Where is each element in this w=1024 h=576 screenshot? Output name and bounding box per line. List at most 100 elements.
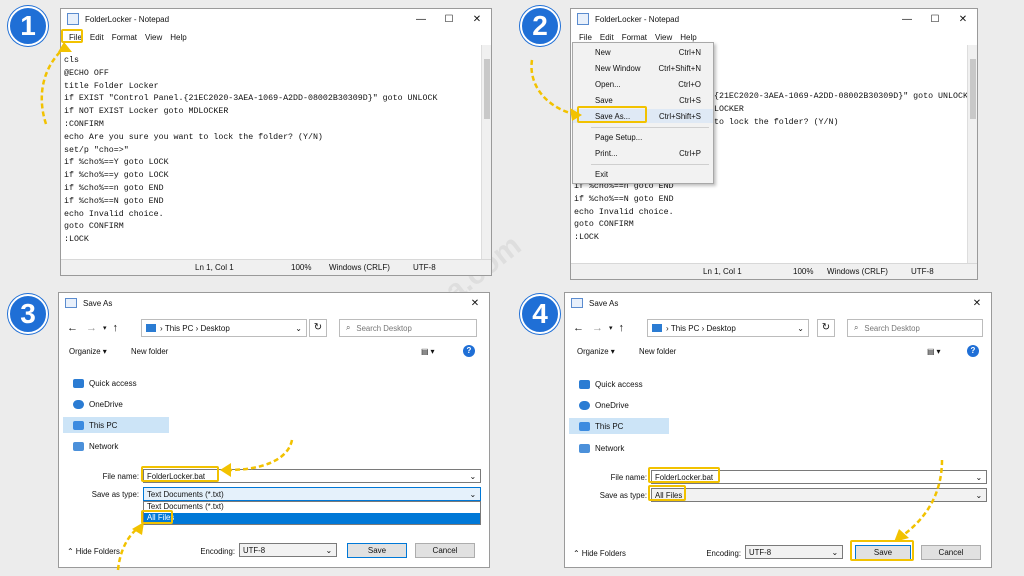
refresh-icon[interactable]: ↻ — [817, 319, 835, 337]
cancel-button[interactable]: Cancel — [921, 545, 981, 560]
search-input[interactable]: ⌕ Search Desktop — [847, 319, 983, 337]
menu-view[interactable]: View — [651, 33, 676, 42]
zoom-level: 100% — [291, 263, 312, 272]
menu-item-new[interactable]: New Ctrl+N — [573, 45, 713, 59]
menu-help[interactable]: Help — [676, 33, 700, 42]
back-icon[interactable]: ← — [573, 322, 584, 334]
nav-quick-access[interactable]: Quick access — [73, 375, 137, 391]
chevron-down-icon[interactable]: ⌄ — [975, 473, 982, 482]
menu-item-print[interactable]: Print... Ctrl+P — [573, 146, 713, 160]
network-icon — [579, 443, 590, 453]
menu-item-page-setup[interactable]: Page Setup... — [573, 130, 713, 144]
titlebar: FolderLocker - Notepad — ☐ ✕ — [61, 9, 491, 29]
nav-network[interactable]: Network — [579, 440, 624, 456]
close-icon[interactable]: ✕ — [963, 298, 991, 309]
chevron-down-icon[interactable]: ⌄ — [831, 548, 838, 557]
hide-folders-toggle[interactable]: ⌃ Hide Folders — [573, 549, 626, 558]
menu-file[interactable]: File — [575, 33, 596, 42]
zoom-level: 100% — [793, 267, 814, 276]
maximize-icon[interactable]: ☐ — [921, 14, 949, 25]
close-icon[interactable]: ✕ — [461, 298, 489, 309]
step-badge-3: 3 — [8, 294, 48, 334]
code-line: cls — [64, 56, 79, 65]
new-folder-button[interactable]: New folder — [639, 347, 676, 356]
address-bar[interactable]: › This PC › Desktop ⌄ — [647, 319, 809, 337]
menu-edit[interactable]: Edit — [596, 33, 618, 42]
organize-button[interactable]: Organize ▾ — [69, 347, 107, 356]
up-icon[interactable]: ↑ — [113, 322, 119, 334]
chevron-down-icon[interactable]: ⌄ — [469, 490, 476, 499]
menu-item-new-window[interactable]: New Window Ctrl+Shift+N — [573, 61, 713, 75]
menu-item-exit[interactable]: Exit — [573, 167, 713, 181]
search-input[interactable]: ⌕ Search Desktop — [339, 319, 477, 337]
chevron-down-icon[interactable]: ⌄ — [325, 546, 332, 555]
code-line: :LOCK — [64, 235, 89, 245]
cloud-icon — [73, 399, 84, 409]
window-title: FolderLocker - Notepad — [595, 14, 680, 24]
help-icon[interactable]: ? — [967, 345, 979, 357]
forward-icon[interactable]: → — [592, 322, 603, 334]
new-folder-button[interactable]: New folder — [131, 347, 168, 356]
chevron-down-icon[interactable]: ⌄ — [295, 324, 302, 333]
address-desktop[interactable]: Desktop — [200, 324, 229, 333]
text-editor-lower[interactable]: if %cho%==n goto END if %cho%==N goto END… — [571, 181, 967, 245]
address-bar[interactable]: › This PC › Desktop ⌄ — [141, 319, 307, 337]
refresh-icon[interactable]: ↻ — [309, 319, 327, 337]
text-editor[interactable]: {21EC2020-3AEA-1069-A2DD-08002B30309D}" … — [711, 91, 967, 155]
menu-help[interactable]: Help — [166, 33, 190, 42]
save-type-select[interactable]: Text Documents (*.txt) ⌄ — [143, 487, 481, 501]
view-options-icon[interactable]: ▤ ▾ — [927, 347, 940, 356]
dropdown-icon[interactable]: ▾ — [609, 324, 613, 332]
help-icon[interactable]: ? — [463, 345, 475, 357]
dropdown-icon[interactable]: ▾ — [103, 324, 107, 332]
line-ending: Windows (CRLF) — [827, 267, 888, 276]
back-icon[interactable]: ← — [67, 322, 78, 334]
chevron-down-icon[interactable]: ⌄ — [797, 324, 804, 333]
menu-format[interactable]: Format — [618, 33, 651, 42]
encoding-select[interactable]: UTF-8 ⌄ — [745, 545, 843, 559]
menu-item-open[interactable]: Open... Ctrl+O — [573, 77, 713, 91]
nav-onedrive[interactable]: OneDrive — [579, 397, 629, 413]
dialog-titlebar: Save As ✕ — [59, 293, 489, 313]
close-icon[interactable]: ✕ — [949, 14, 977, 25]
nav-this-pc[interactable]: This PC — [63, 417, 169, 433]
file-name-label: File name: — [102, 472, 139, 481]
chevron-down-icon[interactable]: ⌄ — [975, 491, 982, 500]
menu-item-save[interactable]: Save Ctrl+S — [573, 93, 713, 107]
forward-icon[interactable]: → — [86, 322, 97, 334]
cancel-button[interactable]: Cancel — [415, 543, 475, 558]
code-line: title Folder Locker — [64, 81, 159, 91]
nav-onedrive[interactable]: OneDrive — [73, 396, 123, 412]
option-all-files[interactable]: All Files — [144, 513, 480, 524]
text-editor[interactable]: cls @ECHO OFF title Folder Locker if EXIST … — [61, 55, 481, 251]
chevron-down-icon[interactable]: ⌄ — [469, 472, 476, 481]
save-type-options: Text Documents (*.txt) All Files — [143, 501, 481, 525]
save-type-label: Save as type: — [91, 490, 139, 499]
nav-quick-access[interactable]: Quick access — [579, 376, 643, 392]
close-icon[interactable]: ✕ — [463, 14, 491, 25]
minimize-icon[interactable]: — — [893, 14, 921, 25]
dialog-title: Save As — [83, 298, 113, 308]
minimize-icon[interactable]: — — [407, 14, 435, 25]
menu-view[interactable]: View — [141, 33, 166, 42]
menu-format[interactable]: Format — [108, 33, 141, 42]
maximize-icon[interactable]: ☐ — [435, 14, 463, 25]
nav-network[interactable]: Network — [73, 438, 118, 454]
code-line: @ECHO OFF — [64, 68, 109, 78]
vertical-scrollbar[interactable] — [967, 45, 977, 265]
organize-button[interactable]: Organize ▾ — [577, 347, 615, 356]
this-pc-icon — [652, 324, 662, 332]
nav-this-pc[interactable]: This PC — [569, 418, 669, 434]
address-desktop[interactable]: Desktop — [706, 324, 735, 333]
option-text-documents[interactable]: Text Documents (*.txt) — [144, 502, 480, 513]
menu-edit[interactable]: Edit — [86, 33, 108, 42]
view-options-icon[interactable]: ▤ ▾ — [421, 347, 434, 356]
up-icon[interactable]: ↑ — [619, 322, 625, 334]
save-button[interactable]: Save — [347, 543, 407, 558]
code-line: echo Are you sure you want to lock the f… — [64, 132, 323, 142]
address-this-pc[interactable]: This PC — [165, 324, 193, 333]
line-ending: Windows (CRLF) — [329, 263, 390, 272]
encoding-select[interactable]: UTF-8 ⌄ — [239, 543, 337, 557]
vertical-scrollbar[interactable] — [481, 45, 491, 261]
address-this-pc[interactable]: This PC — [671, 324, 699, 333]
